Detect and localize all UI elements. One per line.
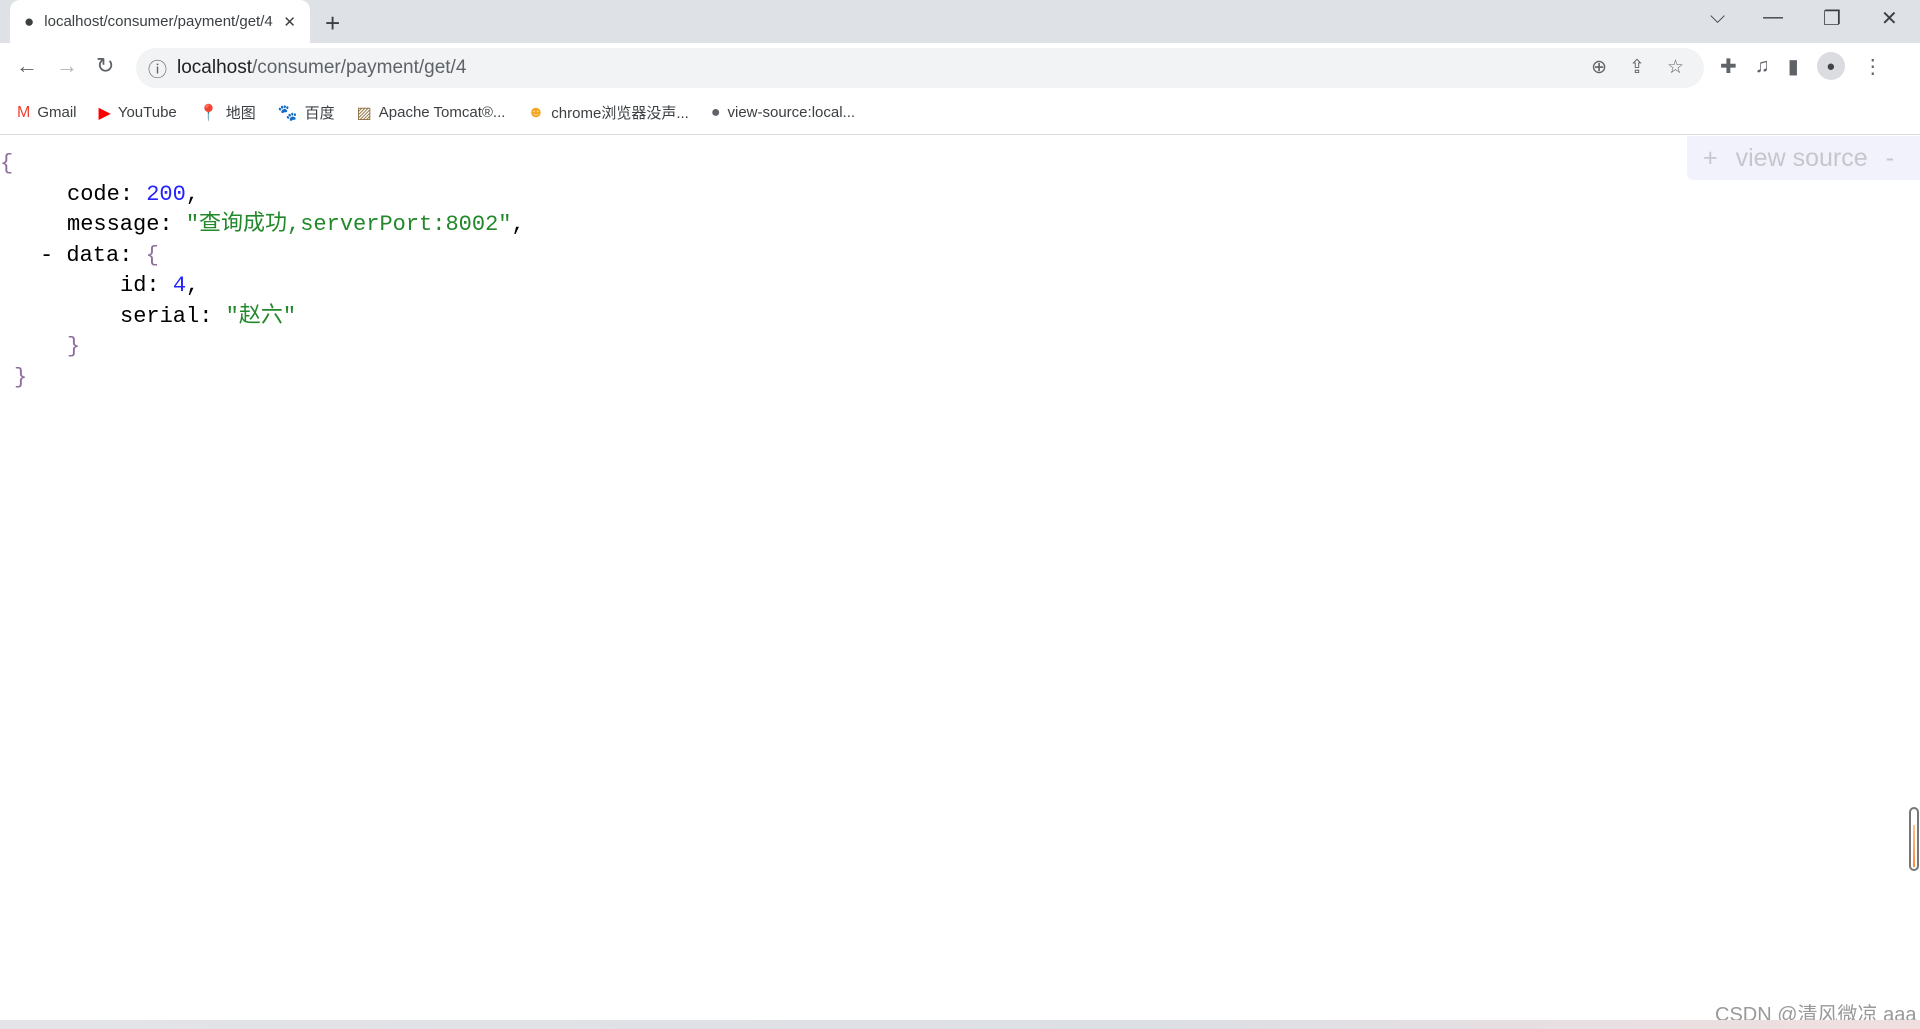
bookmark-item[interactable]: M Gmail [17, 104, 77, 122]
url-path: /consumer/payment/get/4 [252, 57, 467, 78]
serial-key: serial [120, 303, 200, 329]
back-button[interactable]: ← [16, 53, 38, 79]
data-close-brace: } [67, 334, 81, 359]
forward-button[interactable]: → [56, 53, 78, 79]
bookmark-icon: ☻ [527, 103, 545, 121]
view-source-button[interactable]: view source [1736, 144, 1868, 173]
zoom-icon[interactable]: ⊕ [1591, 56, 1607, 79]
view-source-panel: + view source - [1687, 136, 1920, 180]
tab-active[interactable]: ● localhost/consumer/payment/get/4 ✕ [10, 0, 310, 43]
globe-icon: ● [24, 11, 35, 31]
tab-search-button[interactable]: ⌵ [1710, 6, 1725, 29]
id-value: 4 [172, 273, 187, 298]
expand-all-button[interactable]: + [1703, 144, 1718, 173]
bookmark-label: chrome浏览器没声... [551, 105, 689, 122]
tab-close-button[interactable]: ✕ [283, 13, 296, 31]
bookmark-label: 地图 [225, 105, 256, 122]
side-panel-icon[interactable]: ▮ [1788, 54, 1799, 79]
root-open-brace: { [0, 151, 14, 176]
taskbar [0, 1020, 1920, 1029]
bookmark-icon: 🐾 [277, 104, 298, 122]
tab-strip: ● localhost/consumer/payment/get/4 ✕ + ⌵… [0, 0, 1920, 43]
restore-button[interactable]: ❐ [1823, 6, 1841, 31]
close-window-button[interactable]: ✕ [1881, 6, 1898, 31]
new-tab-button[interactable]: + [325, 8, 340, 39]
code-key: code [67, 181, 120, 207]
root-close-brace: } [14, 364, 28, 390]
bookmark-label: 百度 [304, 105, 335, 122]
data-key: data [66, 242, 120, 268]
tab-title: localhost/consumer/payment/get/4 [44, 13, 273, 30]
bookmark-icon: M [17, 103, 31, 121]
bookmark-item[interactable]: 🐾 百度 [278, 102, 335, 123]
json-viewer: { code: 200, message: "查询成功,serverPort:8… [0, 151, 525, 390]
code-value: 200 [146, 181, 186, 207]
bookmark-label: view-source:local... [727, 104, 856, 121]
bookmark-item[interactable]: ▶ YouTube [99, 103, 177, 123]
data-open-brace: { [145, 242, 159, 268]
minimize-button[interactable]: — [1763, 6, 1783, 29]
collapse-all-button[interactable]: - [1886, 144, 1894, 173]
reload-button[interactable]: ↻ [96, 53, 114, 79]
star-icon[interactable]: ☆ [1667, 56, 1684, 79]
bookmark-item[interactable]: 📍 地图 [199, 102, 256, 123]
extensions-icon[interactable]: ✚ [1720, 54, 1737, 79]
bookmark-label: YouTube [117, 104, 177, 121]
url-host: localhost [177, 57, 253, 78]
bookmark-icon: ▨ [356, 104, 372, 122]
bookmark-icon: ▶ [98, 104, 111, 122]
bookmark-item[interactable]: ☻ chrome浏览器没声... [527, 102, 688, 123]
scroll-indicator[interactable] [1909, 807, 1919, 871]
media-icon[interactable]: ♫ [1755, 55, 1770, 78]
bookmark-item[interactable]: ▨ Apache Tomcat®... [357, 103, 506, 123]
bookmark-label: Apache Tomcat®... [378, 104, 506, 121]
serial-value: "赵六" [225, 303, 297, 329]
bookmarks-bar: M Gmail ▶ YouTube 📍 地图 🐾 百度 ▨ Apache Tomcat®... ☻ c… [0, 91, 1920, 135]
bookmark-item[interactable]: ● view-source:local... [711, 104, 855, 122]
info-icon[interactable]: ⓘ [148, 55, 167, 82]
share-icon[interactable]: ⇪ [1629, 56, 1645, 79]
bookmark-icon: 📍 [198, 104, 219, 122]
collapse-toggle[interactable]: - [40, 243, 53, 268]
message-key: message [67, 212, 160, 237]
menu-icon[interactable]: ⋮ [1863, 54, 1883, 79]
id-key: id [120, 273, 147, 298]
address-bar[interactable]: ⓘ localhost/consumer/payment/get/4 ⊕ ⇪ ☆ [136, 48, 1704, 88]
profile-icon[interactable]: ● [1816, 52, 1845, 80]
toolbar: ← → ↻ ⓘ localhost/consumer/payment/get/4… [0, 43, 1920, 91]
message-value: "查询成功,serverPort:8002" [185, 212, 512, 237]
bookmark-label: Gmail [37, 104, 77, 121]
bookmark-icon: ● [710, 103, 721, 121]
